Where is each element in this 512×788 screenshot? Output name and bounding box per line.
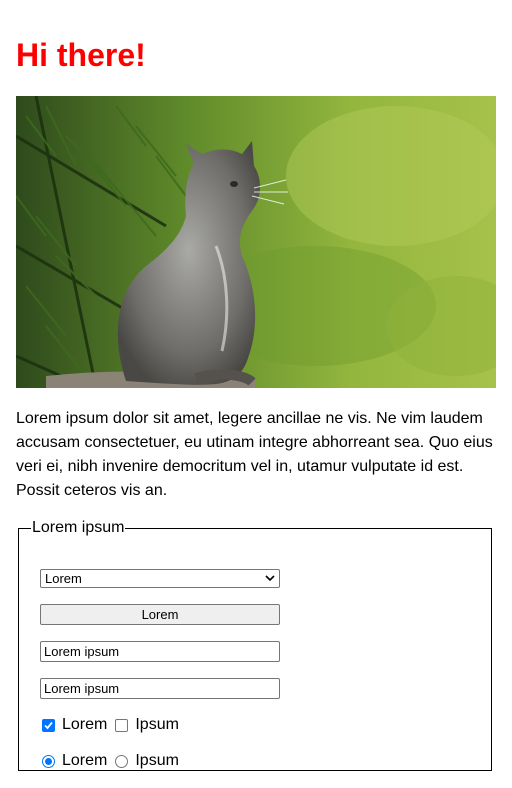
radio-lorem-label: Lorem [62,752,108,769]
lorem-button[interactable]: Lorem [40,604,280,625]
sample-form: Lorem ipsum Lorem Lorem Lorem ipsum Lore… [18,519,492,771]
text-input-1[interactable]: Lorem ipsum [40,641,280,662]
checkbox-ipsum[interactable] [115,718,129,732]
radio-ipsum-label: Ipsum [135,752,179,769]
form-legend: Lorem ipsum [32,519,125,536]
checkbox-group: Lorem Ipsum [42,716,187,734]
check-icon [44,721,53,729]
radio-group: Lorem Ipsum [42,752,187,770]
checkbox-lorem-label: Lorem [62,716,108,733]
kitten-photo [16,96,496,388]
checkbox-ipsum-label: Ipsum [135,716,179,733]
lorem-select[interactable]: Lorem [40,569,280,588]
select-value: Lorem [45,571,82,586]
page-title: Hi there! [16,37,146,73]
radio-ipsum[interactable] [115,754,129,768]
chevron-down-icon [265,575,275,582]
checkbox-lorem[interactable] [42,718,55,732]
intro-paragraph: Lorem ipsum dolor sit amet, legere ancil… [16,410,493,499]
radio-lorem[interactable] [42,754,55,768]
text-input-2[interactable]: Lorem ipsum [40,678,280,699]
